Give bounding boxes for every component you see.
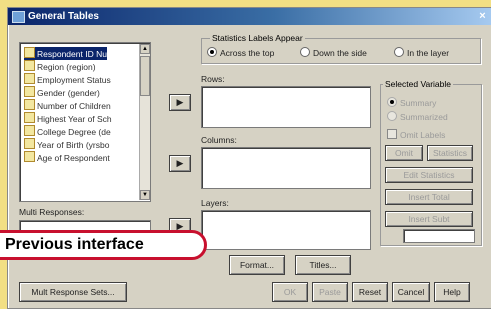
- variable-icon: [24, 47, 35, 58]
- variable-icon: [24, 151, 35, 162]
- mult-response-sets-button[interactable]: Mult Response Sets...: [19, 282, 127, 302]
- variable-icon: [24, 86, 35, 97]
- radio-summary[interactable]: Summary: [387, 97, 436, 108]
- rows-label: Rows:: [201, 74, 225, 84]
- format-button[interactable]: Format...: [229, 255, 285, 275]
- radio-icon: [300, 47, 310, 57]
- reset-button[interactable]: Reset: [352, 282, 388, 302]
- window-title: General Tables: [28, 11, 99, 22]
- subtotal-field[interactable]: [403, 229, 475, 243]
- list-item[interactable]: College Degree (de: [24, 125, 111, 138]
- variable-icon: [24, 125, 35, 136]
- columns-box[interactable]: [201, 147, 371, 189]
- list-item[interactable]: Number of Children: [24, 99, 111, 112]
- layers-box[interactable]: [201, 210, 371, 250]
- radio-icon: [387, 97, 397, 107]
- insert-subtotal-button[interactable]: Insert Subt: [385, 211, 473, 227]
- selected-variable-title: Selected Variable: [383, 79, 453, 89]
- variable-list-scrollbar[interactable]: ▲ ▼: [139, 44, 150, 200]
- list-item[interactable]: Age of Respondent: [24, 151, 110, 164]
- radio-icon: [394, 47, 404, 57]
- radio-across-top[interactable]: Across the top: [207, 47, 274, 58]
- list-item[interactable]: Employment Status: [24, 73, 111, 86]
- list-item[interactable]: Year of Birth (yrsbo: [24, 138, 109, 151]
- ok-button[interactable]: OK: [272, 282, 308, 302]
- help-button[interactable]: Help: [434, 282, 470, 302]
- scroll-thumb[interactable]: [140, 56, 150, 96]
- list-item[interactable]: Region (region): [24, 60, 96, 73]
- title-bar: General Tables ×: [8, 8, 491, 25]
- variable-icon: [24, 60, 35, 71]
- omit-button[interactable]: Omit: [385, 145, 423, 161]
- move-to-rows-button[interactable]: ▶: [169, 94, 191, 111]
- checkbox-icon: [387, 129, 397, 139]
- columns-label: Columns:: [201, 135, 237, 145]
- layers-label: Layers:: [201, 198, 229, 208]
- scroll-down-icon[interactable]: ▼: [140, 190, 150, 200]
- radio-in-layer[interactable]: In the layer: [394, 47, 449, 58]
- general-tables-dialog: General Tables × Respondent ID Nu Region…: [7, 7, 491, 309]
- insert-total-button[interactable]: Insert Total: [385, 189, 473, 205]
- radio-summarized[interactable]: Summarized: [387, 111, 448, 122]
- paste-button[interactable]: Paste: [312, 282, 348, 302]
- radio-icon: [207, 47, 217, 57]
- statistics-labels-title: Statistics Labels Appear: [210, 33, 305, 43]
- scroll-up-icon[interactable]: ▲: [140, 44, 150, 54]
- list-item[interactable]: Gender (gender): [24, 86, 100, 99]
- titles-button[interactable]: Titles...: [295, 255, 351, 275]
- variable-icon: [24, 73, 35, 84]
- callout-text: Previous interface: [5, 236, 144, 253]
- variable-icon: [24, 138, 35, 149]
- list-item[interactable]: Respondent ID Nu: [24, 47, 107, 60]
- multi-responses-label: Multi Responses:: [19, 207, 85, 217]
- statistics-labels-group: Statistics Labels Appear Across the top …: [201, 33, 481, 64]
- edit-statistics-button[interactable]: Edit Statistics: [385, 167, 473, 183]
- window-icon: [12, 11, 25, 23]
- radio-down-side[interactable]: Down the side: [300, 47, 367, 58]
- previous-interface-callout: Previous interface: [0, 230, 207, 260]
- close-icon[interactable]: ×: [476, 10, 489, 22]
- variable-list[interactable]: Respondent ID Nu Region (region) Employm…: [19, 42, 151, 202]
- variable-icon: [24, 99, 35, 110]
- variable-icon: [24, 112, 35, 123]
- radio-icon: [387, 111, 397, 121]
- statistics-button[interactable]: Statistics: [427, 145, 473, 161]
- omit-labels-checkbox[interactable]: Omit Labels: [387, 129, 445, 140]
- list-item[interactable]: Highest Year of Sch: [24, 112, 112, 125]
- rows-box[interactable]: [201, 86, 371, 128]
- cancel-button[interactable]: Cancel: [392, 282, 430, 302]
- selected-variable-group: Selected Variable Summary Summarized Omi…: [380, 79, 482, 246]
- move-to-columns-button[interactable]: ▶: [169, 155, 191, 172]
